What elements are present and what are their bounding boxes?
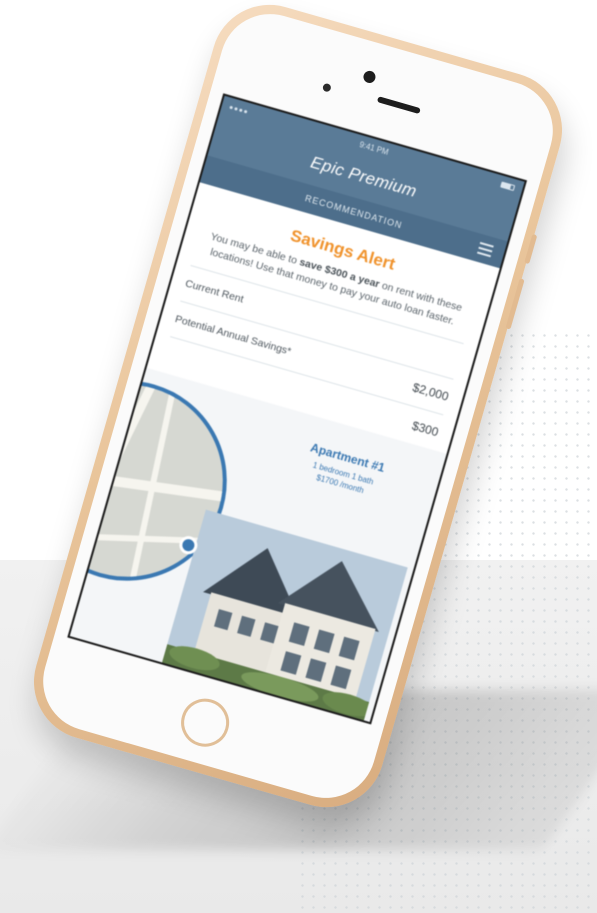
row-value: $300 bbox=[410, 418, 441, 440]
row-value: $2,000 bbox=[411, 380, 451, 404]
menu-icon[interactable] bbox=[476, 241, 494, 258]
row-label: Current Rent bbox=[183, 277, 245, 306]
signal-icon bbox=[229, 105, 248, 114]
battery-icon bbox=[500, 181, 516, 192]
